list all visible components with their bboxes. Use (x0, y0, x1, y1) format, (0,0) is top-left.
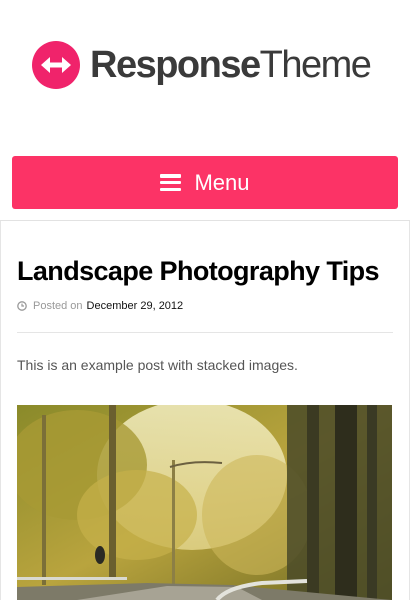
logo-wordmark: ResponseTheme (90, 41, 372, 89)
menu-toggle-button[interactable]: Menu (12, 156, 398, 209)
post-date-link[interactable]: December 29, 2012 (87, 300, 184, 312)
logo-double-arrow-icon (32, 41, 80, 89)
site-header: ResponseTheme (0, 0, 410, 135)
site-logo[interactable]: ResponseTheme (32, 41, 372, 89)
clock-icon (17, 301, 27, 311)
post-meta: Posted on December 29, 2012 (17, 299, 183, 313)
post-title[interactable]: Landscape Photography Tips (17, 255, 397, 287)
forest-road-photo (17, 405, 392, 600)
meta-prefix: Posted on (33, 300, 83, 312)
logo-word-bold: Response (90, 44, 261, 86)
logo-word-light: Theme (259, 44, 372, 86)
hamburger-icon (160, 174, 182, 191)
menu-label: Menu (194, 169, 250, 195)
post-divider (17, 332, 393, 333)
post-excerpt: This is an example post with stacked ima… (17, 357, 298, 373)
post-image[interactable] (17, 405, 392, 600)
